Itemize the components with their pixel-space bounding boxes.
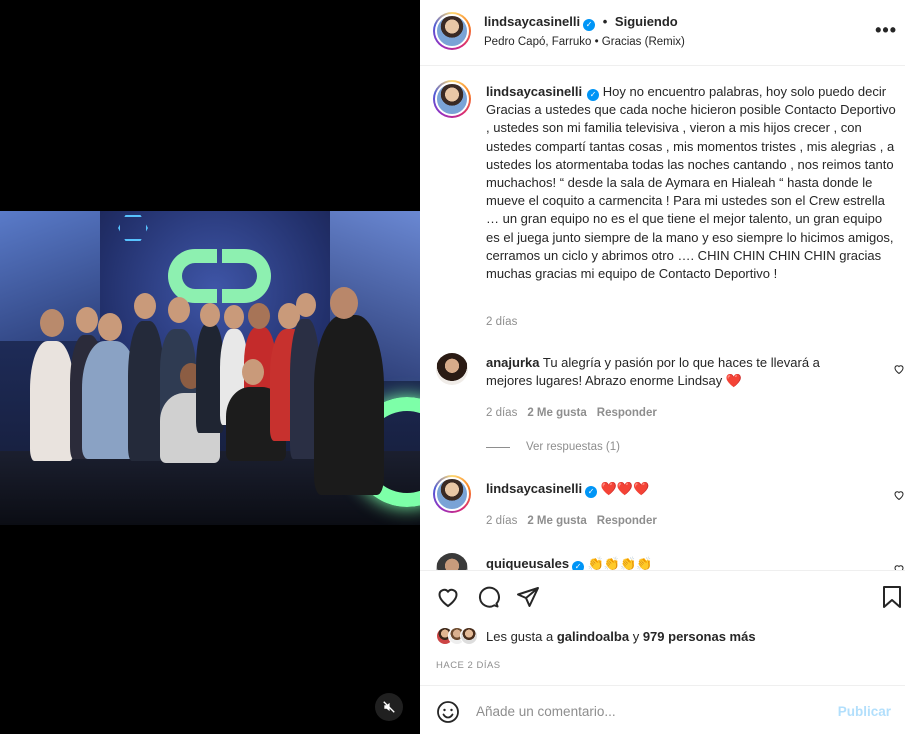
view-replies[interactable]: Ver respuestas (1)	[486, 441, 620, 453]
comment-input[interactable]: Añade un comentario...	[476, 704, 616, 719]
caption-time[interactable]: 2 días	[486, 316, 517, 328]
comment-username[interactable]: anajurka	[486, 355, 539, 370]
reply-button[interactable]: Responder	[597, 515, 657, 527]
mute-button[interactable]	[375, 693, 403, 721]
verified-badge-icon: ✓	[583, 19, 596, 31]
comments-scroll-area[interactable]: lindsaycasinelli ✓ Hoy no encuentro palab…	[420, 67, 905, 570]
comment-item: anajurka Tu alegría y pasión por lo que …	[486, 354, 866, 390]
liker-avatars[interactable]	[436, 627, 478, 645]
heart-emoji: ❤️	[725, 373, 743, 388]
song-attribution[interactable]: Pedro Capó, Farruko • Gracias (Remix)	[484, 36, 685, 48]
separator-dot: •	[602, 14, 608, 29]
post-caption: lindsaycasinelli ✓ Hoy no encuentro palab…	[486, 83, 898, 283]
post-photo[interactable]	[0, 211, 420, 525]
save-bookmark-icon[interactable]	[882, 585, 902, 614]
likes-summary: Les gusta a galindoalba y 979 personas m…	[436, 627, 756, 645]
hearts-emoji: ❤️❤️❤️	[600, 481, 650, 496]
likes-count[interactable]: 979 personas más	[643, 629, 756, 644]
likes-connector: y	[632, 628, 640, 644]
commenter-avatar[interactable]	[433, 475, 471, 513]
comment-like-icon[interactable]	[893, 363, 905, 378]
share-paper-plane-icon[interactable]	[516, 585, 540, 614]
comment-item: lindsaycasinelli ✓ ❤️❤️❤️	[486, 480, 866, 498]
verified-badge-icon: ✓	[572, 561, 585, 570]
view-replies-label: Ver respuestas (1)	[526, 441, 620, 453]
emoji-smiley-icon[interactable]	[436, 700, 460, 729]
comment-meta: 2 días 2 Me gusta Responder	[486, 407, 657, 419]
commenter-avatar[interactable]	[436, 553, 468, 570]
comment-username[interactable]: quiqueusales	[486, 556, 569, 570]
speaker-muted-icon	[383, 701, 395, 713]
comment-time[interactable]: 2 días	[486, 515, 517, 527]
comment-like-icon[interactable]	[893, 563, 905, 570]
add-comment-bar: Añade un comentario... Publicar	[420, 685, 905, 734]
comment-likes[interactable]: 2 Me gusta	[527, 515, 586, 527]
post-time-ago[interactable]: HACE 2 DÍAS	[436, 660, 501, 671]
liker-username[interactable]: galindoalba	[557, 629, 629, 644]
author-avatar[interactable]	[433, 12, 471, 50]
comment-username[interactable]: lindsaycasinelli	[486, 481, 582, 496]
post-header: lindsaycasinelli ✓ • Siguiendo Pedro Capó…	[420, 0, 905, 66]
post-media[interactable]	[0, 0, 420, 734]
header-line: lindsaycasinelli ✓ • Siguiendo	[484, 14, 678, 31]
caption-avatar[interactable]	[433, 80, 471, 118]
verified-badge-icon: ✓	[585, 486, 598, 498]
caption-username[interactable]: lindsaycasinelli	[486, 84, 582, 99]
more-options-icon[interactable]: •••	[875, 20, 897, 41]
reply-button[interactable]: Responder	[597, 407, 657, 419]
comment-like-icon[interactable]	[893, 489, 905, 504]
comment-meta: 2 días 2 Me gusta Responder	[486, 515, 657, 527]
following-button[interactable]: Siguiendo	[615, 14, 678, 29]
clap-emoji: 👏👏👏👏	[587, 556, 653, 570]
author-username[interactable]: lindsaycasinelli	[484, 14, 580, 29]
verified-badge-icon: ✓	[587, 89, 600, 101]
commenter-avatar[interactable]	[436, 353, 468, 385]
post-actions: Les gusta a galindoalba y 979 personas m…	[420, 570, 905, 685]
likes-prefix: Les gusta a	[486, 628, 554, 644]
comment-item: quiqueusales ✓ 👏👏👏👏	[486, 555, 866, 570]
comment-time[interactable]: 2 días	[486, 407, 517, 419]
publish-button[interactable]: Publicar	[838, 704, 891, 719]
comment-bubble-icon[interactable]	[476, 585, 500, 614]
like-heart-icon[interactable]	[436, 585, 460, 614]
comment-likes[interactable]: 2 Me gusta	[527, 407, 586, 419]
instagram-post-modal: lindsaycasinelli ✓ • Siguiendo Pedro Capó…	[0, 0, 905, 734]
caption-text: Hoy no encuentro palabras, hoy solo pued…	[486, 84, 896, 282]
post-side-panel: lindsaycasinelli ✓ • Siguiendo Pedro Capó…	[420, 0, 905, 734]
